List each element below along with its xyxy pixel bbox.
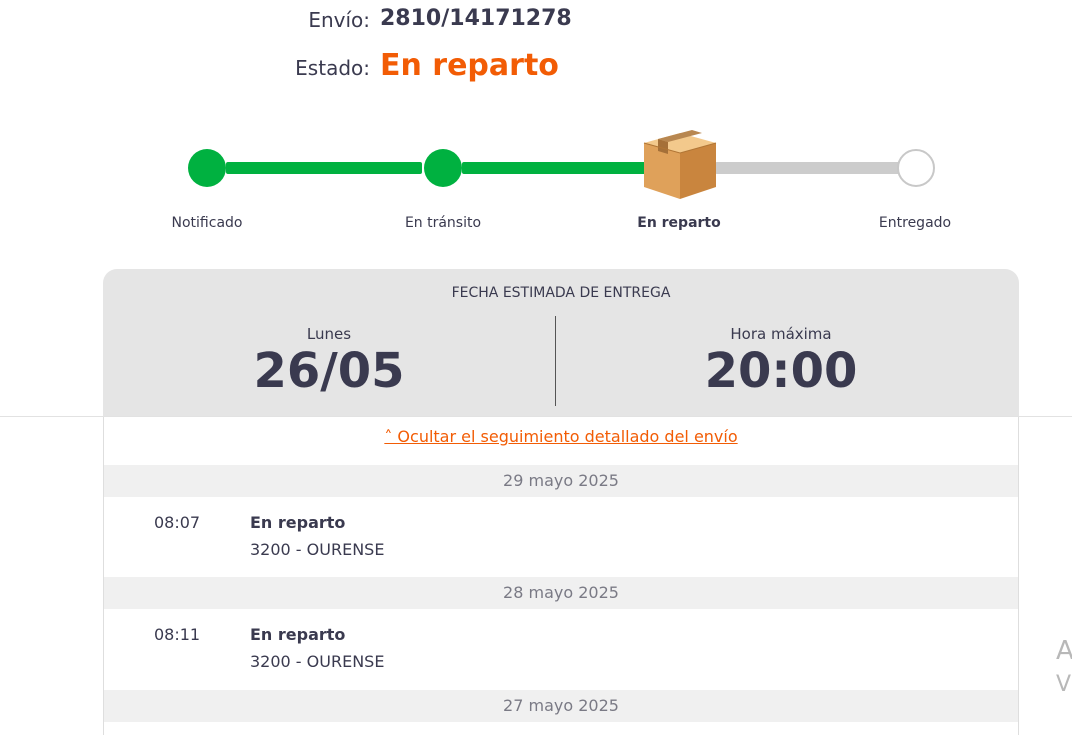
event-status: En reparto: [250, 625, 346, 644]
progress-segment-3: [715, 162, 901, 174]
step-entregado-dot: [897, 149, 935, 187]
event-status: En reparto: [250, 513, 346, 532]
step-en-transito-dot: [424, 149, 462, 187]
shipment-number-value: 2810/14171278: [380, 6, 572, 31]
max-time-label: Hora máxima: [730, 325, 832, 343]
tracking-event: 08:11 En reparto 3200 - OURENSE: [104, 609, 1018, 689]
shipment-status-value: En reparto: [380, 48, 559, 83]
shipment-progress-tracker: Notificado En tránsito En reparto Entreg…: [0, 115, 1072, 245]
shipment-status-row: Estado: En reparto: [0, 48, 560, 88]
estimated-day-label: Lunes: [306, 325, 352, 343]
progress-segment-2: [462, 162, 648, 174]
step-label-en-reparto: En reparto: [637, 215, 721, 231]
estimated-delivery-card: FECHA ESTIMADA DE ENTREGA Lunes 26/05 Ho…: [103, 269, 1019, 417]
step-label-entregado: Entregado: [878, 215, 952, 231]
date-header-27-mayo: 27 mayo 2025: [104, 690, 1018, 722]
side-cutoff-text-2: V: [1056, 672, 1072, 697]
package-box-icon: [643, 130, 717, 199]
step-notificado-dot: [188, 149, 226, 187]
estimated-delivery-title: FECHA ESTIMADA DE ENTREGA: [451, 285, 671, 301]
date-header-29-mayo: 29 mayo 2025: [104, 465, 1018, 497]
tracking-detail-panel: ˄ Ocultar el seguimiento detallado del e…: [103, 417, 1019, 735]
estimated-date-value: 26/05: [253, 343, 405, 399]
progress-segment-1: [226, 162, 422, 174]
event-location: 3200 - OURENSE: [250, 652, 385, 671]
hide-tracking-detail-link[interactable]: ˄ Ocultar el seguimiento detallado del e…: [104, 427, 1018, 446]
shipment-number-row: Envío: 2810/14171278: [0, 6, 571, 34]
event-time: 08:07: [154, 513, 201, 532]
step-label-notificado: Notificado: [171, 215, 243, 231]
shipment-status-label: Estado:: [295, 56, 370, 80]
step-label-en-transito: En tránsito: [404, 215, 482, 231]
side-cutoff-text-1: A: [1056, 636, 1072, 666]
max-time-value: 20:00: [704, 343, 858, 399]
event-time: 08:11: [154, 625, 201, 644]
event-location: 3200 - OURENSE: [250, 540, 385, 559]
date-header-28-mayo: 28 mayo 2025: [104, 577, 1018, 609]
estimated-time-block: Hora máxima 20:00: [555, 325, 1007, 397]
shipment-number-label: Envío:: [308, 8, 370, 32]
tracking-event: 08:07 En reparto 3200 - OURENSE: [104, 497, 1018, 577]
estimated-date-block: Lunes 26/05: [103, 325, 555, 397]
